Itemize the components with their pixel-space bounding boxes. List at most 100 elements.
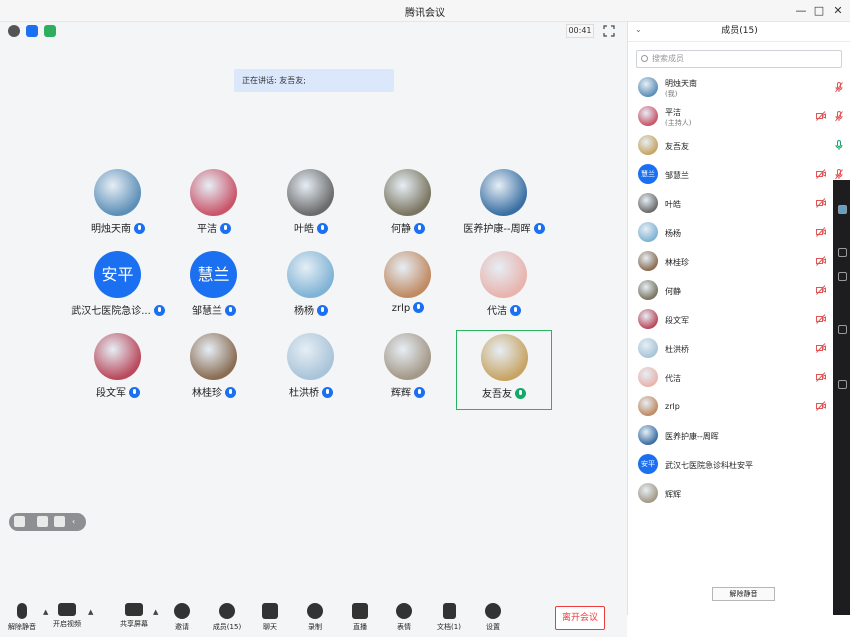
member-list-item[interactable]: zrlp: [628, 393, 850, 421]
participant-tile[interactable]: 安平 武汉七医院急诊...: [70, 248, 166, 328]
floating-view-bar[interactable]: ‹: [9, 513, 86, 531]
member-role: (主持人): [665, 119, 692, 127]
member-list-item[interactable]: 友吾友: [628, 132, 850, 160]
mic-muted-icon[interactable]: [835, 169, 843, 180]
member-list-item[interactable]: 段文军: [628, 306, 850, 334]
mic-icon: [225, 387, 236, 398]
share-screen-button[interactable]: 共享屏幕: [112, 603, 156, 637]
screen-view-icon[interactable]: [54, 516, 65, 527]
participant-name: 平洁: [166, 220, 262, 235]
documents-button[interactable]: 文档(1): [427, 603, 471, 637]
meeting-timer: 00:41: [566, 24, 594, 38]
mic-muted-icon[interactable]: [835, 111, 843, 122]
participant-name: 邹慧兰: [166, 302, 262, 317]
member-search-input[interactable]: 搜索成员: [636, 50, 842, 68]
avatar: [190, 333, 237, 380]
speaker-view-icon[interactable]: [37, 516, 48, 527]
participant-tile[interactable]: 杜洪桥: [263, 330, 359, 410]
participant-name: 武汉七医院急诊...: [70, 302, 166, 317]
participant-tile[interactable]: 辉辉: [360, 330, 456, 410]
member-list-item[interactable]: 慧兰 邹慧兰: [628, 161, 850, 189]
participant-tile[interactable]: 代洁: [456, 248, 552, 328]
participant-name-label: 何静: [391, 224, 411, 235]
member-list-item[interactable]: 代洁: [628, 364, 850, 392]
invite-button[interactable]: 邀请: [160, 603, 204, 637]
participant-tile[interactable]: zrlp: [360, 248, 456, 328]
fullscreen-icon[interactable]: [603, 25, 615, 37]
record-button[interactable]: 录制: [293, 603, 337, 637]
mic-active-icon: [515, 388, 526, 399]
participant-tile[interactable]: 医养护康--周晖: [456, 166, 552, 246]
member-name: zrlp: [665, 402, 680, 411]
info-icon[interactable]: [8, 25, 20, 37]
shield-icon[interactable]: [26, 25, 38, 37]
avatar: [638, 425, 658, 445]
member-list-item[interactable]: 叶皓: [628, 190, 850, 218]
camera-off-icon: [816, 256, 826, 266]
camera-off-icon: [816, 343, 826, 353]
avatar: [94, 333, 141, 380]
participant-tile[interactable]: 何静: [360, 166, 456, 246]
avatar: [287, 251, 334, 298]
member-list-item[interactable]: 何静: [628, 277, 850, 305]
search-icon: [641, 55, 648, 62]
collapse-icon[interactable]: ‹: [72, 516, 83, 527]
participant-tile[interactable]: 杨杨: [263, 248, 359, 328]
avatar: 慧兰: [190, 251, 237, 298]
reactions-button[interactable]: 表情: [382, 603, 426, 637]
window-title: 腾讯会议: [405, 8, 445, 19]
record-icon: [307, 603, 323, 619]
member-list-item[interactable]: 安平 武汉七医院急诊科杜安平: [628, 451, 850, 479]
mic-icon: [317, 223, 328, 234]
mic-icon: [322, 387, 333, 398]
mic-icon: [510, 305, 521, 316]
folder-icon: [838, 325, 847, 334]
member-list-item[interactable]: 杨杨: [628, 219, 850, 247]
camera-off-icon: [816, 285, 826, 295]
member-name: 辉辉: [665, 490, 681, 499]
member-list-item[interactable]: 辉辉: [628, 480, 850, 508]
participant-tile[interactable]: 平洁: [166, 166, 262, 246]
mic-active-icon[interactable]: [835, 140, 843, 151]
chevron-down-icon[interactable]: ⌄: [635, 25, 642, 34]
signal-icon[interactable]: [44, 25, 56, 37]
participant-name-label: 武汉七医院急诊...: [71, 306, 151, 317]
member-list-item[interactable]: 林桂珍: [628, 248, 850, 276]
avatar: [287, 333, 334, 380]
participant-tile[interactable]: 段文军: [70, 330, 166, 410]
gallery-layout-icon[interactable]: [14, 516, 25, 527]
avatar: [638, 483, 658, 503]
participant-name-label: 林桂珍: [192, 388, 222, 399]
participant-tile[interactable]: 友吾友: [456, 330, 552, 410]
bottom-toolbar: 解除静音 ▲ 开启视频 ▲ 共享屏幕 ▲ 邀请 成员(15) 聊天 录制 直播 …: [0, 600, 627, 637]
participant-name-label: 段文军: [96, 388, 126, 399]
avatar: [384, 169, 431, 216]
participant-name-label: 邹慧兰: [192, 306, 222, 317]
settings-button[interactable]: 设置: [471, 603, 515, 637]
participant-tile[interactable]: 林桂珍: [166, 330, 262, 410]
close-icon[interactable]: ✕: [827, 2, 849, 20]
unmute-button[interactable]: 解除静音: [0, 603, 44, 637]
avatar: [638, 77, 658, 97]
participant-tile[interactable]: 慧兰 邹慧兰: [166, 248, 262, 328]
chat-button[interactable]: 聊天: [248, 603, 292, 637]
status-bar: 00:41: [0, 22, 627, 40]
mic-muted-icon: [17, 603, 27, 619]
members-button[interactable]: 成员(15): [205, 603, 249, 637]
start-video-button[interactable]: 开启视频: [45, 603, 89, 637]
unmute-all-button[interactable]: 解除静音: [712, 587, 775, 601]
member-list-item[interactable]: 杜洪桥: [628, 335, 850, 363]
avatar: [287, 169, 334, 216]
mic-icon: [317, 305, 328, 316]
member-list-item[interactable]: 明烛天南 (我): [628, 74, 850, 102]
participant-name-label: 杨杨: [294, 306, 314, 317]
camera-off-icon: [816, 401, 826, 411]
live-button[interactable]: 直播: [338, 603, 382, 637]
member-list-item[interactable]: 平洁 (主持人): [628, 103, 850, 131]
leave-meeting-button[interactable]: 离开会议: [555, 606, 605, 630]
participant-tile[interactable]: 明烛天南: [70, 166, 166, 246]
mic-muted-icon[interactable]: [835, 82, 843, 93]
mic-icon: [220, 223, 231, 234]
member-list-item[interactable]: 医养护康--周晖: [628, 422, 850, 450]
participant-tile[interactable]: 叶皓: [263, 166, 359, 246]
